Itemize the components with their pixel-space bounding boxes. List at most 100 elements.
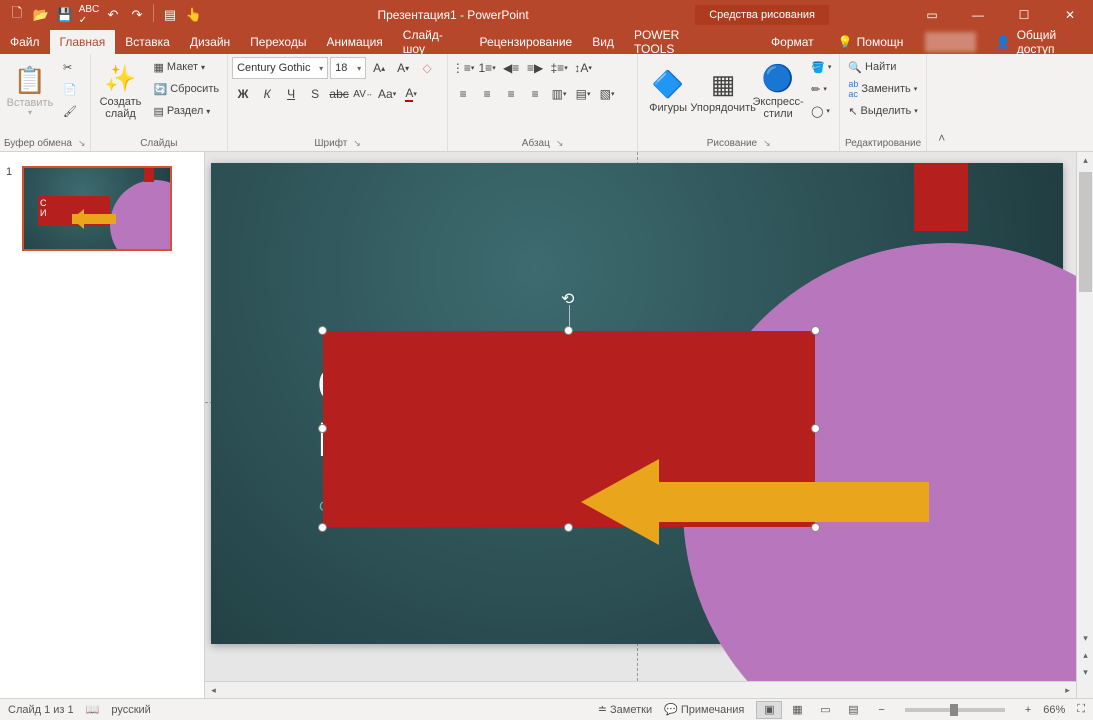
zoom-in-button[interactable]: + (1025, 704, 1031, 716)
italic-button[interactable]: К (256, 83, 278, 105)
justify-button[interactable]: ≡ (524, 83, 546, 105)
zoom-thumb[interactable] (950, 704, 958, 716)
share-button[interactable]: 👤Общий доступ (984, 28, 1093, 56)
tell-me[interactable]: 💡Помощн (824, 35, 918, 49)
layout-button[interactable]: ▦Макет▾ (150, 57, 224, 77)
arrange-button[interactable]: ▦Упорядочить (697, 57, 749, 127)
comments-button[interactable]: 💬 Примечания (664, 703, 744, 716)
align-center-button[interactable]: ≡ (476, 83, 498, 105)
format-painter-button[interactable]: 🖌 (59, 101, 81, 121)
slide-counter[interactable]: Слайд 1 из 1 (8, 704, 74, 716)
scroll-right-icon[interactable]: ▸ (1059, 682, 1076, 698)
select-button[interactable]: ↖Выделить▾ (844, 101, 921, 121)
tab-insert[interactable]: Вставка (115, 30, 180, 54)
resize-handle-s[interactable] (564, 523, 573, 532)
spell-status-icon[interactable]: 📖 (86, 703, 100, 716)
yellow-arrow-shape[interactable] (581, 459, 929, 545)
ribbon-display-icon[interactable]: ▭ (909, 0, 955, 30)
underline-button[interactable]: Ч (280, 83, 302, 105)
align-text-button[interactable]: ▤▾ (572, 83, 594, 105)
text-direction-button[interactable]: ↕A▾ (572, 57, 594, 79)
shapes-button[interactable]: 🔷Фигуры (642, 57, 694, 127)
open-file-icon[interactable]: 📂 (30, 4, 52, 26)
tab-slideshow[interactable]: Слайд-шоу (393, 30, 470, 54)
shape-fill-button[interactable]: 🪣▾ (807, 57, 835, 77)
indent-dec-button[interactable]: ◀≡ (500, 57, 522, 79)
columns-button[interactable]: ▥▾ (548, 83, 570, 105)
resize-handle-nw[interactable] (318, 326, 327, 335)
collapse-ribbon-button[interactable]: ˄ (927, 54, 957, 151)
horizontal-scrollbar[interactable]: ◂ ▸ (205, 681, 1076, 698)
line-spacing-button[interactable]: ‡≡▾ (548, 57, 570, 79)
numbering-button[interactable]: 1≡▾ (476, 57, 498, 79)
language-status[interactable]: русский (111, 704, 150, 716)
normal-view-button[interactable]: ▣ (756, 701, 782, 719)
resize-handle-sw[interactable] (318, 523, 327, 532)
fit-window-button[interactable]: ⛶ (1077, 703, 1085, 716)
grow-font-button[interactable]: A▴ (368, 57, 390, 79)
sorter-view-button[interactable]: ▦ (784, 701, 810, 719)
new-slide-button[interactable]: ✨ Создать слайд (95, 57, 147, 127)
quick-styles-button[interactable]: 🔵Экспресс- стили (752, 57, 804, 127)
bullets-button[interactable]: ⋮≡▾ (452, 57, 474, 79)
minimize-icon[interactable]: — (955, 0, 1001, 30)
align-right-button[interactable]: ≡ (500, 83, 522, 105)
zoom-slider[interactable] (905, 708, 1005, 712)
replace-button[interactable]: abacЗаменить▾ (844, 79, 921, 99)
shape-effects-button[interactable]: ◯▾ (807, 101, 835, 121)
find-button[interactable]: 🔍Найти (844, 57, 921, 77)
resize-handle-ne[interactable] (811, 326, 820, 335)
font-launcher[interactable]: ↘ (353, 138, 361, 149)
redo-icon[interactable]: ↷ (126, 4, 148, 26)
scroll-thumb-v[interactable] (1079, 172, 1092, 292)
notes-button[interactable]: ≐ Заметки (598, 703, 652, 716)
scroll-up-icon[interactable]: ▴ (1077, 152, 1093, 169)
save-icon[interactable]: 💾 (54, 4, 76, 26)
tab-powertools[interactable]: POWER TOOLS (624, 30, 725, 54)
slide-thumbnail-1[interactable]: С И (22, 166, 172, 251)
shape-outline-button[interactable]: ✏▾ (807, 79, 835, 99)
drawing-launcher[interactable]: ↘ (763, 138, 771, 149)
cut-button[interactable]: ✂ (59, 57, 81, 77)
resize-handle-n[interactable] (564, 326, 573, 335)
tab-view[interactable]: Вид (582, 30, 624, 54)
tab-design[interactable]: Дизайн (180, 30, 240, 54)
tab-transitions[interactable]: Переходы (240, 30, 316, 54)
user-account[interactable] (925, 32, 975, 52)
tab-format[interactable]: Формат (761, 30, 824, 54)
slide-canvas[interactable]: СИ CO ⟲ (211, 163, 1063, 644)
spellcheck-icon[interactable]: ABC✓ (78, 4, 100, 26)
red-bar-shape[interactable] (914, 163, 968, 231)
bold-button[interactable]: Ж (232, 83, 254, 105)
font-name-combo[interactable]: Century Gothic▾ (232, 57, 328, 79)
font-color-button[interactable]: A▾ (400, 83, 422, 105)
copy-button[interactable]: 📄 (59, 79, 81, 99)
next-slide-icon[interactable]: ▾ (1077, 664, 1093, 681)
maximize-icon[interactable]: ☐ (1001, 0, 1047, 30)
char-spacing-button[interactable]: AV↔ (352, 83, 374, 105)
tab-home[interactable]: Главная (50, 30, 116, 54)
undo-icon[interactable]: ↶ (102, 4, 124, 26)
zoom-level[interactable]: 66% (1043, 704, 1065, 716)
tab-animation[interactable]: Анимация (316, 30, 392, 54)
resize-handle-e[interactable] (811, 424, 820, 433)
scroll-left-icon[interactable]: ◂ (205, 682, 222, 698)
paragraph-launcher[interactable]: ↘ (556, 138, 564, 149)
align-left-button[interactable]: ≡ (452, 83, 474, 105)
resize-handle-w[interactable] (318, 424, 327, 433)
from-beginning-icon[interactable]: ▤ (159, 4, 181, 26)
smartart-button[interactable]: ▧▾ (596, 83, 618, 105)
new-file-icon[interactable]: 🗋 (6, 4, 28, 26)
close-icon[interactable]: ✕ (1047, 0, 1093, 30)
scroll-down-icon[interactable]: ▾ (1077, 630, 1093, 647)
clear-format-button[interactable]: ◇ (416, 57, 438, 79)
shadow-button[interactable]: S (304, 83, 326, 105)
section-button[interactable]: ▤Раздел▾ (150, 101, 224, 121)
prev-slide-icon[interactable]: ▴ (1077, 647, 1093, 664)
rotation-handle[interactable]: ⟲ (561, 289, 577, 305)
reset-button[interactable]: 🔄Сбросить (150, 79, 224, 99)
font-size-combo[interactable]: 18▾ (330, 57, 366, 79)
strike-button[interactable]: abc (328, 83, 350, 105)
paste-button[interactable]: 📋 Вставить ▾ (4, 57, 56, 127)
tab-file[interactable]: Файл (0, 30, 50, 54)
